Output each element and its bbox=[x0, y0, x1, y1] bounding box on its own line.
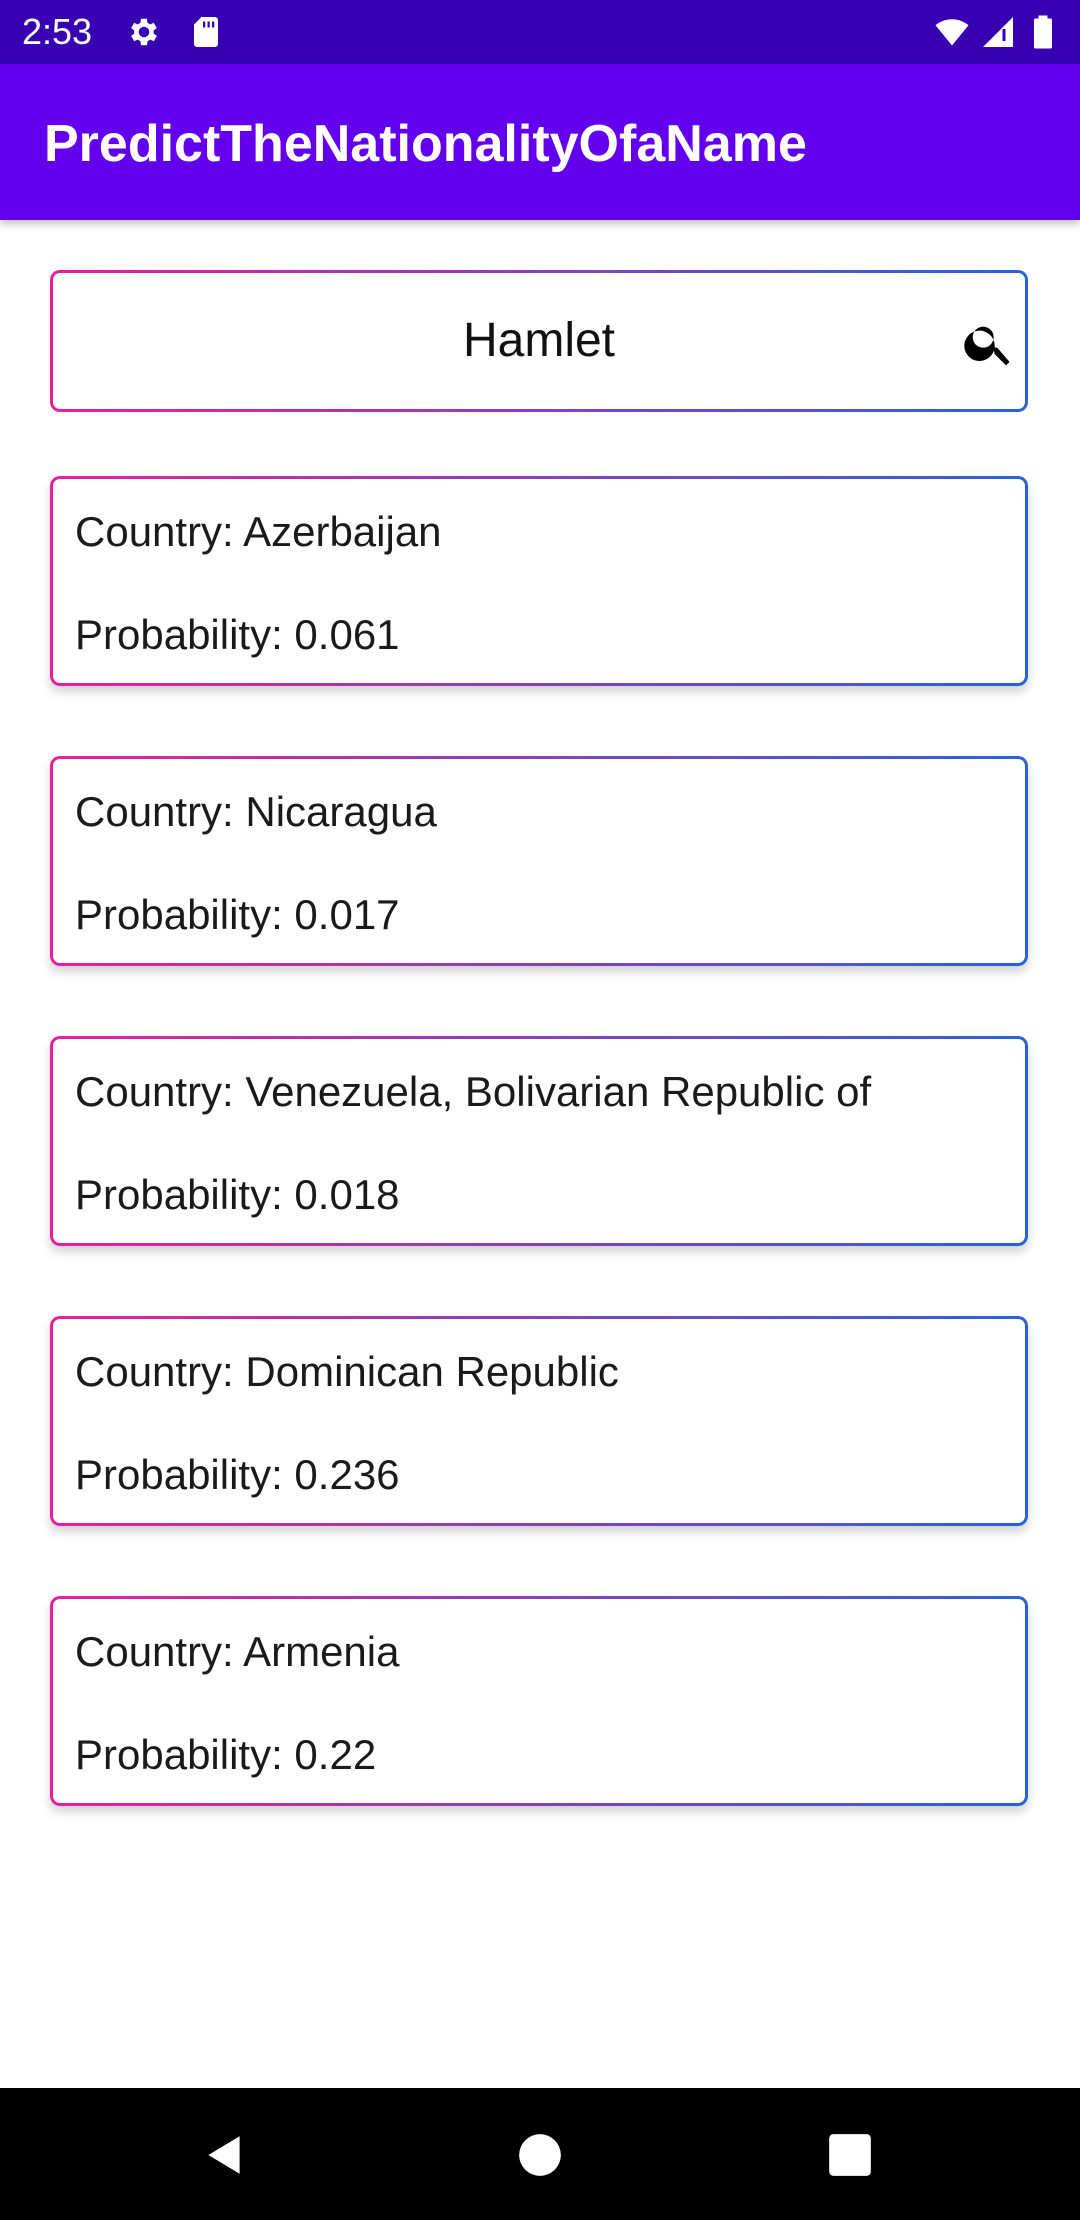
probability-label: Probability: 0.017 bbox=[75, 891, 400, 938]
home-icon[interactable] bbox=[515, 2130, 565, 2180]
country-label: Country: Azerbaijan bbox=[75, 508, 442, 555]
country-label: Country: Venezuela, Bolivarian Republic … bbox=[75, 1068, 872, 1115]
result-card: Country: Dominican Republic Probability:… bbox=[50, 1316, 1028, 1526]
status-time: 2:53 bbox=[22, 11, 93, 52]
search-field[interactable]: Hamlet bbox=[50, 270, 1028, 412]
result-card: Country: Armenia Probability: 0.22 bbox=[50, 1596, 1028, 1806]
sd-card-icon bbox=[188, 14, 224, 50]
app-bar: PredictTheNationalityOfaName bbox=[0, 64, 1080, 220]
back-icon[interactable] bbox=[200, 2130, 250, 2180]
probability-label: Probability: 0.018 bbox=[75, 1171, 400, 1218]
probability-label: Probability: 0.22 bbox=[75, 1731, 377, 1778]
recents-icon[interactable] bbox=[825, 2130, 875, 2180]
result-card: Country: Venezuela, Bolivarian Republic … bbox=[50, 1036, 1028, 1246]
search-icon[interactable] bbox=[961, 315, 1017, 371]
cell-signal-icon bbox=[980, 14, 1016, 50]
app-title: PredictTheNationalityOfaName bbox=[44, 115, 807, 173]
result-card: Country: Azerbaijan Probability: 0.061 bbox=[50, 476, 1028, 686]
probability-label: Probability: 0.236 bbox=[75, 1451, 400, 1498]
battery-icon bbox=[1030, 14, 1056, 50]
navigation-bar bbox=[0, 2088, 1080, 2220]
country-label: Country: Nicaragua bbox=[75, 788, 437, 835]
status-bar: 2:53 bbox=[0, 0, 1080, 64]
result-card: Country: Nicaragua Probability: 0.017 bbox=[50, 756, 1028, 966]
wifi-icon bbox=[934, 14, 970, 50]
gear-icon bbox=[126, 14, 162, 50]
country-label: Country: Armenia bbox=[75, 1628, 400, 1675]
probability-label: Probability: 0.061 bbox=[75, 611, 400, 658]
search-input[interactable]: Hamlet bbox=[53, 313, 1025, 369]
country-label: Country: Dominican Republic bbox=[75, 1348, 619, 1395]
